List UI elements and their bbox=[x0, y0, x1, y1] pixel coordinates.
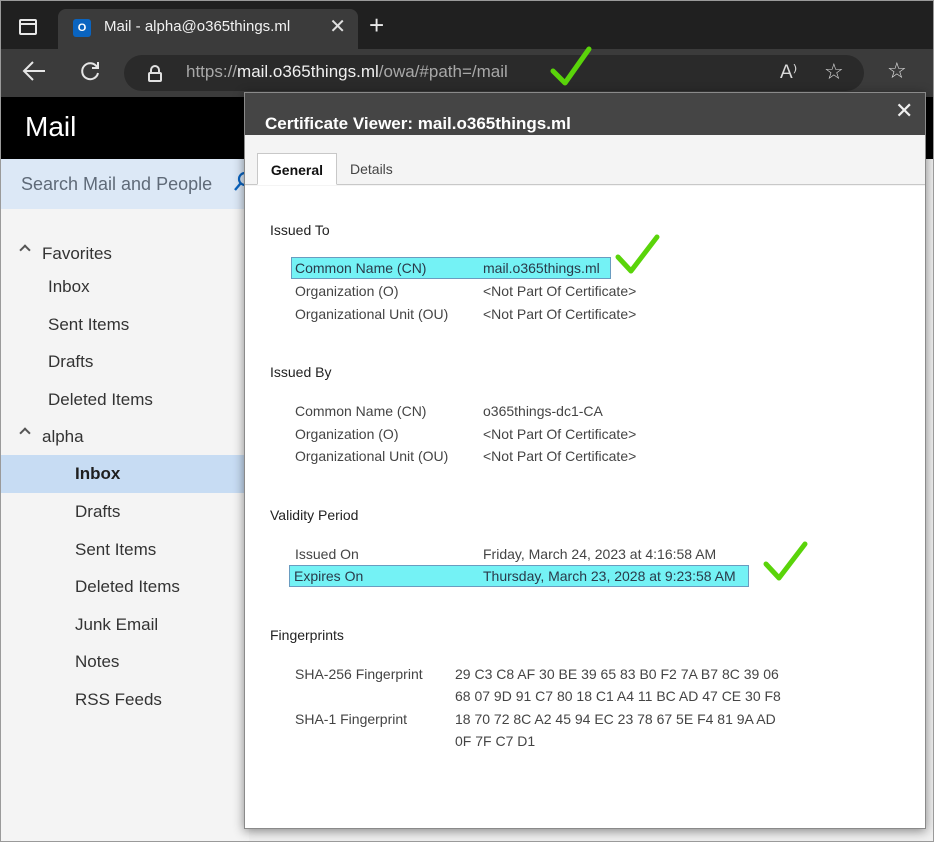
checkmark-icon bbox=[550, 46, 592, 86]
folder-inbox[interactable]: Inbox bbox=[1, 455, 249, 493]
chevron-up-icon[interactable] bbox=[19, 244, 31, 256]
issued-by-cn-row: Common Name (CN) o365things-dc1-CA bbox=[290, 400, 760, 422]
tab-strip: O Mail - alpha@o365things.ml ✕ + bbox=[1, 1, 933, 49]
dialog-title-bar: Certificate Viewer: mail.o365things.ml ✕ bbox=[245, 93, 925, 135]
url-path: /owa/#path=/mail bbox=[378, 62, 508, 81]
tab-general[interactable]: General bbox=[257, 153, 337, 185]
browser-tab[interactable]: O Mail - alpha@o365things.ml ✕ bbox=[58, 9, 358, 49]
field-key: Common Name (CN) bbox=[295, 260, 427, 276]
section-heading-fingerprints: Fingerprints bbox=[270, 627, 344, 643]
field-key: Expires On bbox=[294, 568, 364, 584]
app-title: Mail bbox=[25, 111, 77, 142]
close-icon[interactable]: ✕ bbox=[895, 100, 913, 122]
outlook-favicon-icon: O bbox=[73, 19, 91, 37]
folder-label: Drafts bbox=[48, 352, 94, 371]
folder-label: RSS Feeds bbox=[75, 690, 162, 709]
issued-to-ou-row: Organizational Unit (OU) <Not Part Of Ce… bbox=[290, 303, 760, 325]
folder-label: Sent Items bbox=[48, 315, 130, 334]
address-bar-row: https://mail.o365things.ml/owa/#path=/ma… bbox=[1, 49, 933, 97]
search-input[interactable]: Search Mail and People bbox=[21, 174, 212, 195]
favorites-icon[interactable]: ☆ bbox=[887, 58, 907, 84]
group-label: Favorites bbox=[42, 244, 112, 263]
folder-label: Drafts bbox=[75, 502, 121, 521]
new-tab-icon[interactable]: + bbox=[369, 12, 384, 38]
field-value: o365things-dc1-CA bbox=[483, 403, 603, 419]
read-aloud-icon[interactable]: A⁾ bbox=[780, 61, 797, 84]
folder-label: Notes bbox=[75, 652, 120, 671]
back-arrow-icon[interactable] bbox=[21, 59, 47, 89]
folder-label: Sent Items bbox=[75, 540, 157, 559]
field-value: <Not Part Of Certificate> bbox=[483, 306, 637, 322]
checkmark-icon bbox=[763, 541, 808, 581]
folder-favorites-drafts[interactable]: Drafts bbox=[1, 343, 249, 381]
field-key: Organization (O) bbox=[295, 283, 399, 299]
mailbox-group-alpha[interactable]: alpha bbox=[1, 418, 249, 456]
url-host: mail.o365things.ml bbox=[237, 62, 379, 81]
dialog-title: Certificate Viewer: mail.o365things.ml bbox=[265, 114, 571, 133]
tab-title: Mail - alpha@o365things.ml bbox=[104, 18, 291, 35]
folder-favorites-inbox[interactable]: Inbox bbox=[1, 268, 249, 306]
tab-actions-icon[interactable] bbox=[19, 19, 37, 35]
tab-details[interactable]: Details bbox=[350, 153, 393, 185]
url-scheme: https:// bbox=[186, 62, 238, 81]
field-key: Common Name (CN) bbox=[295, 403, 427, 419]
field-value: mail.o365things.ml bbox=[483, 260, 600, 276]
browser-window: O Mail - alpha@o365things.ml ✕ + https:/… bbox=[0, 0, 934, 842]
issued-by-o-row: Organization (O) <Not Part Of Certificat… bbox=[290, 423, 760, 445]
sha1-value-line-1: 18 70 72 8C A2 45 94 EC 23 78 67 5E F4 8… bbox=[455, 711, 776, 727]
field-key: Issued On bbox=[295, 546, 359, 562]
folder-label: Deleted Items bbox=[75, 577, 180, 596]
issued-to-o-row: Organization (O) <Not Part Of Certificat… bbox=[290, 280, 760, 302]
dialog-tabs: General Details bbox=[245, 153, 925, 185]
dialog-body: General Details Issued To Common Name (C… bbox=[245, 135, 925, 828]
expires-on-row: Expires On Thursday, March 23, 2028 at 9… bbox=[289, 565, 749, 587]
folder-notes[interactable]: Notes bbox=[1, 643, 249, 681]
sha1-label: SHA-1 Fingerprint bbox=[295, 711, 408, 727]
folder-label: Inbox bbox=[75, 464, 121, 483]
field-value: <Not Part Of Certificate> bbox=[483, 448, 637, 464]
section-heading-issued-to: Issued To bbox=[270, 222, 330, 238]
lock-icon[interactable] bbox=[148, 65, 162, 82]
field-value: <Not Part Of Certificate> bbox=[483, 426, 637, 442]
folder-favorites-sent-items[interactable]: Sent Items bbox=[1, 306, 249, 344]
folder-deleted-items[interactable]: Deleted Items bbox=[1, 568, 249, 606]
section-heading-validity-period: Validity Period bbox=[270, 507, 359, 523]
sha256-value-line-2: 68 07 9D 91 C7 80 18 C1 A4 11 BC AD 47 C… bbox=[455, 688, 781, 704]
field-value: <Not Part Of Certificate> bbox=[483, 283, 637, 299]
chevron-up-icon[interactable] bbox=[19, 427, 31, 439]
tab-close-icon[interactable]: ✕ bbox=[329, 17, 346, 37]
refresh-icon[interactable] bbox=[78, 59, 102, 89]
url-text[interactable]: https://mail.o365things.ml/owa/#path=/ma… bbox=[186, 62, 508, 82]
general-panel: Issued To Common Name (CN) mail.o365thin… bbox=[245, 186, 925, 828]
field-key: Organizational Unit (OU) bbox=[295, 448, 449, 464]
issued-by-ou-row: Organizational Unit (OU) <Not Part Of Ce… bbox=[290, 445, 760, 467]
folder-drafts[interactable]: Drafts bbox=[1, 493, 249, 531]
field-key: Organization (O) bbox=[295, 426, 399, 442]
issued-to-cn-row: Common Name (CN) mail.o365things.ml bbox=[291, 257, 611, 279]
folder-favorites-deleted-items[interactable]: Deleted Items bbox=[1, 381, 249, 419]
sha1-value-line-2: 0F 7F C7 D1 bbox=[455, 733, 536, 749]
sha256-label: SHA-256 Fingerprint bbox=[295, 666, 423, 682]
search-bar[interactable]: Search Mail and People bbox=[1, 159, 253, 209]
folder-sent-items[interactable]: Sent Items bbox=[1, 531, 249, 569]
folder-label: Inbox bbox=[48, 277, 90, 296]
url-bar[interactable]: https://mail.o365things.ml/owa/#path=/ma… bbox=[124, 55, 864, 91]
section-heading-issued-by: Issued By bbox=[270, 364, 332, 380]
field-value: Thursday, March 23, 2028 at 9:23:58 AM bbox=[483, 568, 736, 584]
folder-pane: Favorites Inbox Sent Items Drafts Delete… bbox=[1, 209, 249, 841]
checkmark-icon bbox=[615, 234, 660, 274]
field-key: Organizational Unit (OU) bbox=[295, 306, 449, 322]
folder-label: Deleted Items bbox=[48, 390, 153, 409]
issued-on-row: Issued On Friday, March 24, 2023 at 4:16… bbox=[290, 543, 760, 565]
add-favorite-icon[interactable]: ☆ bbox=[824, 59, 844, 85]
sha256-value-line-1: 29 C3 C8 AF 30 BE 39 65 83 B0 F2 7A B7 8… bbox=[455, 666, 779, 682]
field-value: Friday, March 24, 2023 at 4:16:58 AM bbox=[483, 546, 717, 562]
certificate-viewer-dialog: Certificate Viewer: mail.o365things.ml ✕… bbox=[244, 92, 926, 829]
folder-junk-email[interactable]: Junk Email bbox=[1, 606, 249, 644]
group-label: alpha bbox=[42, 427, 84, 446]
folder-rss-feeds[interactable]: RSS Feeds bbox=[1, 681, 249, 719]
folder-label: Junk Email bbox=[75, 615, 159, 634]
